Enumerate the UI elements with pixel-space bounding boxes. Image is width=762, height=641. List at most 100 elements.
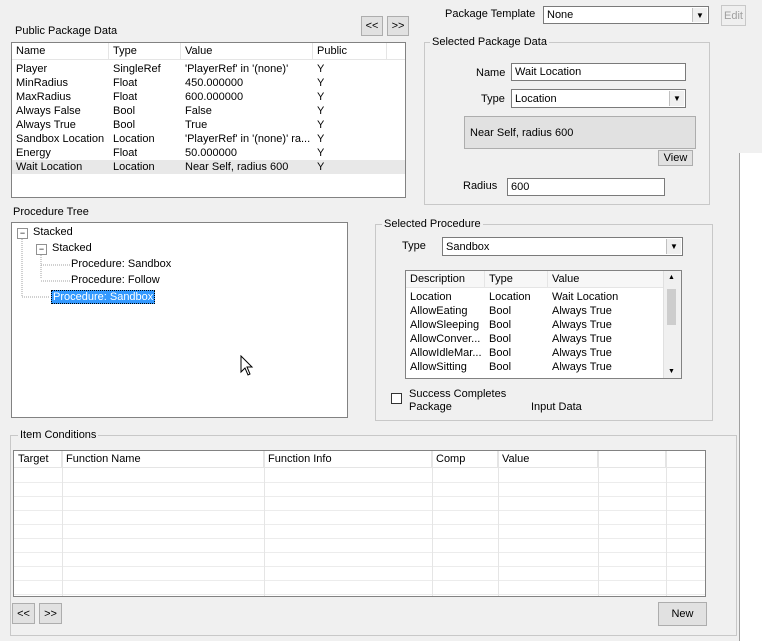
tree-node-stacked[interactable]: Stacked [52,242,92,254]
package-type-select[interactable]: Location ▼ [511,89,686,108]
package-prev-button[interactable]: << [361,16,383,36]
grid-line [14,538,705,539]
name-field[interactable]: Wait Location [511,63,686,81]
table-cell: Always True [16,119,76,131]
package-template-value: None [547,9,574,21]
list-item[interactable]: Location Location Wait Location [406,290,681,304]
package-template-select[interactable]: None ▼ [543,6,709,24]
radius-label: Radius [463,180,498,192]
collapse-icon[interactable]: − [36,244,47,255]
table-cell: Float [113,147,138,159]
list-cell: Bool [489,347,512,359]
table-row[interactable]: Player SingleRef 'PlayerRef' in '(none)' Y [12,62,405,76]
table-row[interactable]: MinRadius Float 450.000000 Y [12,76,405,90]
conditions-prev-button[interactable]: << [12,603,35,624]
table-cell: Sandbox Location [16,133,105,145]
package-next-button[interactable]: >> [387,16,409,36]
grid-line [14,496,705,497]
grid-line [14,594,705,595]
table-row[interactable]: MaxRadius Float 600.000000 Y [12,90,405,104]
grid-column-line [62,451,63,596]
procedure-data-list[interactable]: Description Type Value Location Location W… [405,270,682,379]
col-value[interactable]: Value [548,271,664,287]
name-label: Name [476,67,506,79]
col-public[interactable]: Public [313,43,387,59]
location-button[interactable]: Near Self, radius 600 [464,116,696,149]
col-type[interactable]: Type [109,43,181,59]
procedure-tree[interactable]: − Stacked − Stacked Procedure: Sandbox P… [11,222,348,418]
table-row[interactable]: Always True Bool True Y [12,118,405,132]
list-item[interactable]: AllowSitting Bool Always True [406,360,681,374]
list-cell: Wait Location [552,291,619,303]
col-type[interactable]: Type [485,271,548,287]
table-cell: 50.000000 [185,147,237,159]
procedure-tree-title: Procedure Tree [13,206,89,218]
item-conditions-list[interactable]: Target Function Name Function Info Comp … [13,450,706,597]
grid-line [14,552,705,553]
new-condition-button[interactable]: New [658,602,707,626]
tree-node-sandbox-selected[interactable]: Procedure: Sandbox [51,290,156,304]
table-cell: 450.000000 [185,77,244,89]
tree-node-root[interactable]: Stacked [33,226,73,238]
table-cell: Near Self, radius 600 [185,161,289,173]
table-cell: 'PlayerRef' in '(none)' ra... [185,133,311,145]
list-cell: Always True [552,361,612,373]
success-completes-checkbox[interactable] [391,393,402,404]
list-item[interactable]: AllowConver... Bool Always True [406,332,681,346]
grid-line [14,524,705,525]
radius-field[interactable]: 600 [507,178,665,196]
table-cell: Bool [113,105,136,117]
col-description[interactable]: Description [406,271,485,287]
list-item[interactable]: AllowIdleMar... Bool Always True [406,346,681,360]
table-cell: Y [317,77,325,89]
grid-column-line [498,451,499,596]
grid-line [14,482,705,483]
chevron-down-icon: ▼ [669,91,684,106]
list-cell: Bool [489,305,512,317]
col-function-info[interactable]: Function Info [264,451,432,467]
edit-button[interactable]: Edit [721,5,746,26]
table-cell: Y [317,161,325,173]
collapse-icon[interactable]: − [17,228,28,239]
col-function-name[interactable]: Function Name [62,451,264,467]
procedure-scrollbar[interactable]: ▲ ▼ [663,271,681,378]
procedure-type-select[interactable]: Sandbox ▼ [442,237,683,256]
col-value[interactable]: Value [181,43,313,59]
table-row[interactable]: Wait Location Location Near Self, radius 6… [12,160,405,174]
table-row[interactable]: Sandbox Location Location 'PlayerRef' in '… [12,132,405,146]
item-conditions-header: Target Function Name Function Info Comp … [14,451,705,468]
list-cell: AllowEating [410,305,468,317]
public-package-list[interactable]: Name Type Value Public Player SingleRef 'P… [11,42,406,198]
scroll-down-icon[interactable]: ▼ [668,368,675,375]
list-item[interactable]: AllowSleeping Bool Always True [406,318,681,332]
table-cell: Float [113,77,138,89]
table-cell: MaxRadius [16,91,72,103]
tree-node-sandbox[interactable]: Procedure: Sandbox [71,258,171,270]
list-cell: Bool [489,333,512,345]
list-cell: AllowIdleMar... [410,347,482,359]
table-cell: 'PlayerRef' in '(none)' [185,63,289,75]
grid-column-line [666,451,667,596]
scroll-thumb[interactable] [667,289,676,325]
table-cell: Y [317,119,325,131]
col-value[interactable]: Value [498,451,598,467]
col-target[interactable]: Target [14,451,62,467]
table-cell: Location [113,161,155,173]
scroll-up-icon[interactable]: ▲ [668,274,675,281]
conditions-next-button[interactable]: >> [39,603,62,624]
list-cell: Bool [489,361,512,373]
table-cell: Player [16,63,48,75]
col-name[interactable]: Name [12,43,109,59]
table-cell: Y [317,105,325,117]
list-cell: Always True [552,333,612,345]
tree-node-follow[interactable]: Procedure: Follow [71,274,160,286]
mouse-cursor-icon [240,355,254,376]
table-row[interactable]: Energy Float 50.000000 Y [12,146,405,160]
table-row[interactable]: Always False Bool False Y [12,104,405,118]
input-data-label: Input Data [531,401,582,413]
col-comp[interactable]: Comp [432,451,498,467]
list-item[interactable]: AllowEating Bool Always True [406,304,681,318]
selected-package-title: Selected Package Data [430,36,549,48]
table-cell: Y [317,91,325,103]
view-button[interactable]: View [658,150,693,166]
